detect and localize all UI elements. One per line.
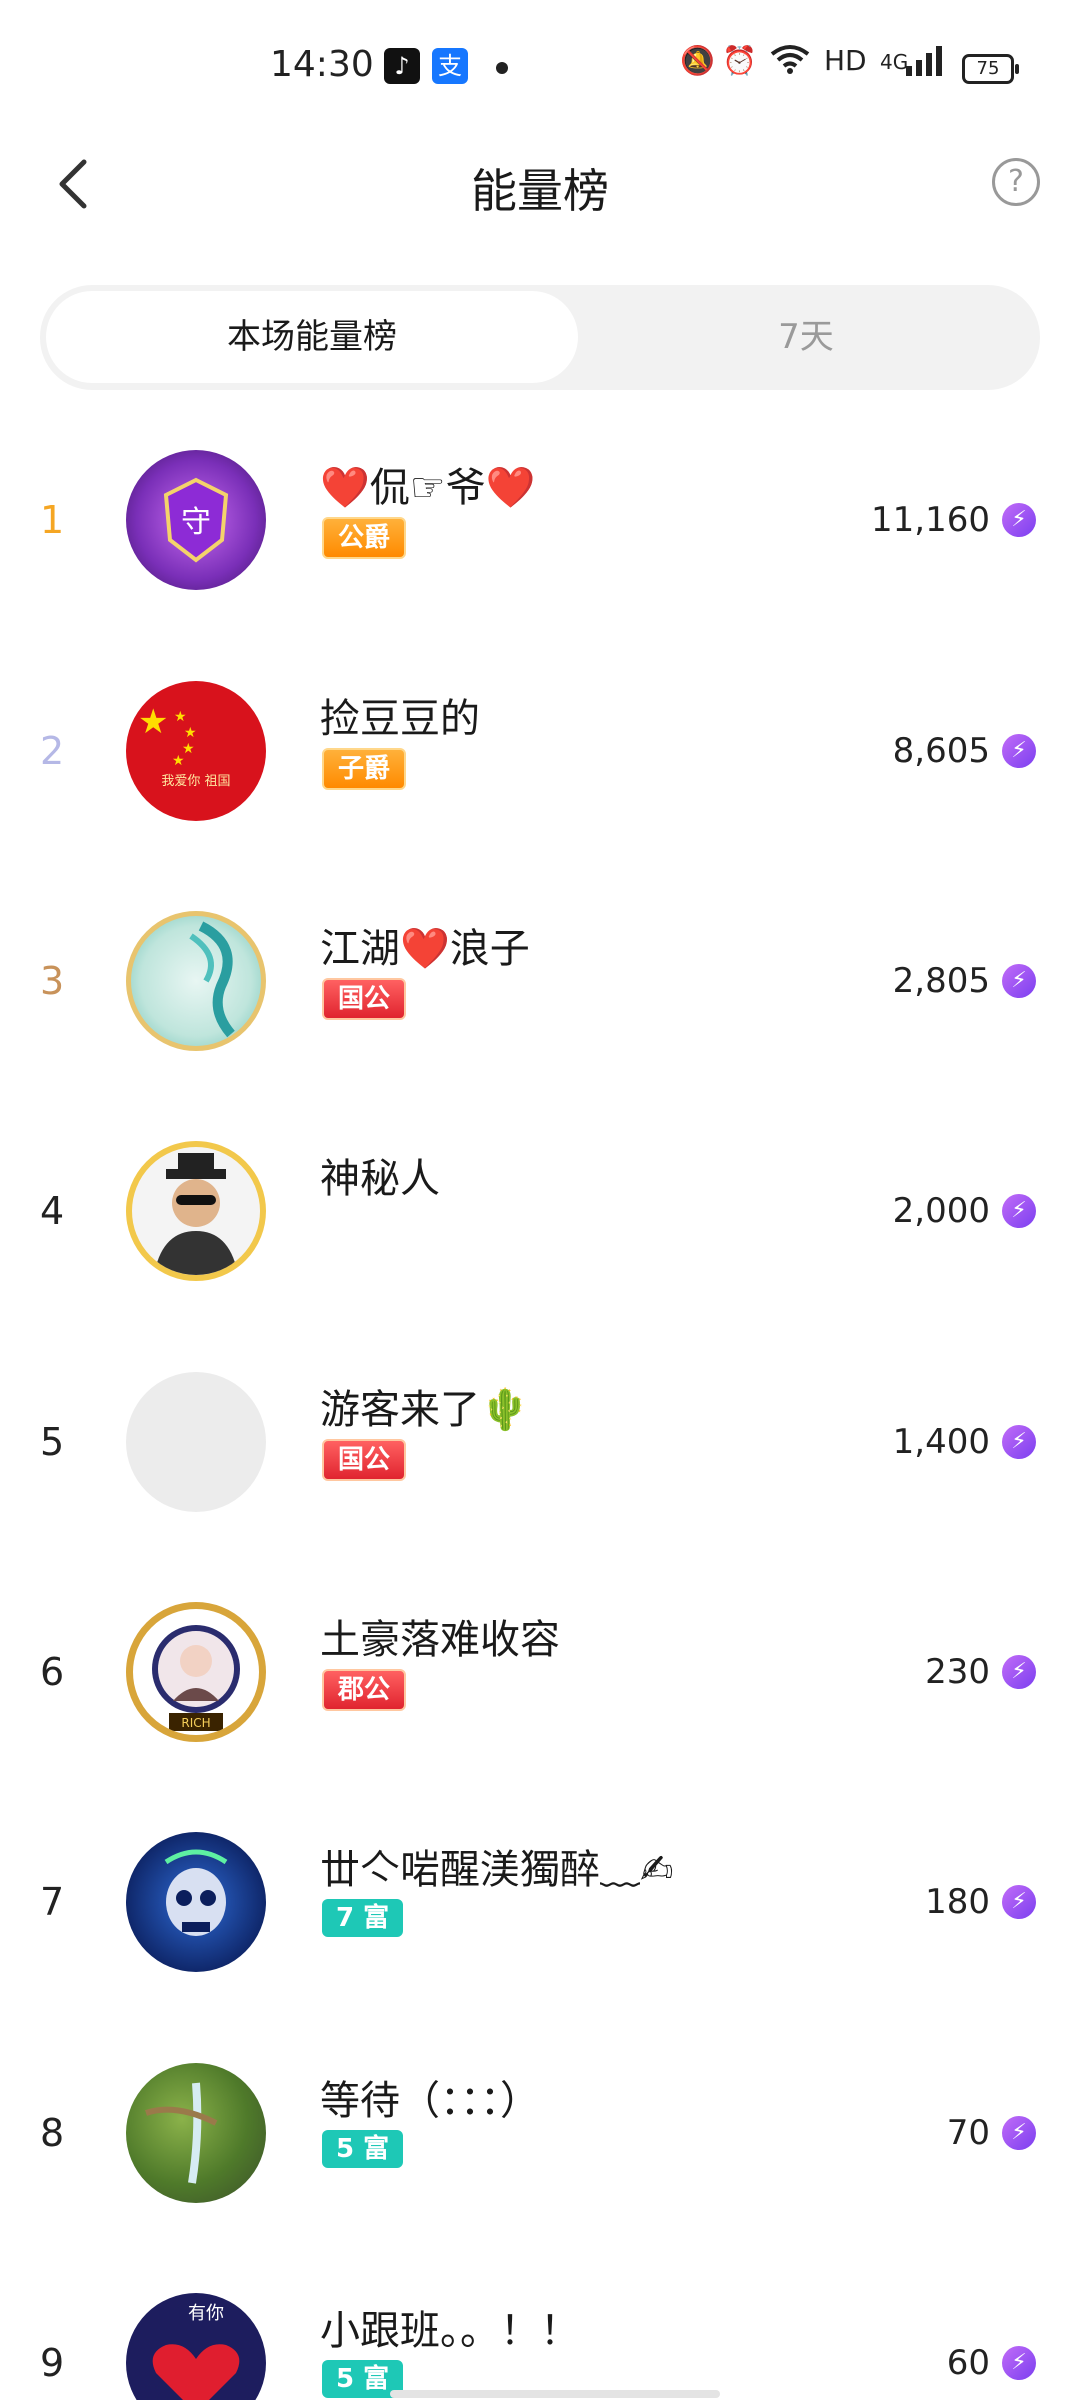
avatar[interactable] <box>126 2063 266 2203</box>
energy-score: 11,160 <box>871 500 990 540</box>
lightning-icon: ⚡ <box>1002 2346 1036 2380</box>
avatar[interactable]: 守 <box>126 450 266 590</box>
svg-text:RICH: RICH <box>181 1716 210 1730</box>
svg-text:★: ★ <box>138 702 168 742</box>
list-item[interactable]: 2 ★ ★ ★ ★ ★ 我爱你 祖国 捡豆豆的 子爵 8,605 ⚡ <box>0 636 1080 866</box>
energy-score: 180 <box>925 1882 990 1922</box>
network-type: HD <box>824 44 867 77</box>
rank-badge: 5 富 <box>322 2130 404 2168</box>
user-name: 土豪落难收容 <box>320 1617 560 1663</box>
scroll-indicator <box>390 2390 720 2398</box>
tab-current-session[interactable]: 本场能量榜 <box>46 291 578 383</box>
lightning-icon: ⚡ <box>1002 1425 1036 1459</box>
rank-number: 8 <box>40 2111 65 2155</box>
rank-number: 7 <box>40 1880 65 1924</box>
list-item[interactable]: 7 丗亽啱醒渼獨醉﹏✍ 7 富 180 ⚡ <box>0 1787 1080 2017</box>
list-item[interactable]: 3 江湖❤️浪子 国公 2,805 ⚡ <box>0 866 1080 1096</box>
battery-indicator: 75 <box>962 54 1019 84</box>
rank-badge: 国公 <box>322 978 407 1020</box>
energy-score: 2,805 <box>892 961 990 1001</box>
list-item[interactable]: 4 神秘人 2,000 ⚡ <box>0 1096 1080 1326</box>
list-item[interactable]: 6 RICH 土豪落难收容 郡公 230 ⚡ <box>0 1557 1080 1787</box>
rank-number: 5 <box>40 1420 65 1464</box>
notification-dot-icon <box>496 62 508 74</box>
user-name: 捡豆豆的 <box>320 696 480 742</box>
help-button[interactable]: ? <box>992 158 1040 206</box>
tab-7-days[interactable]: 7天 <box>578 291 1034 383</box>
avatar[interactable]: 有你 <box>126 2293 266 2400</box>
user-name: ❤️侃☞爷❤️ <box>320 465 536 511</box>
avatar[interactable]: RICH <box>126 1602 266 1742</box>
avatar[interactable] <box>126 1832 266 1972</box>
rank-badge: 子爵 <box>322 748 407 790</box>
lightning-icon: ⚡ <box>1002 734 1036 768</box>
svg-text:★: ★ <box>174 709 187 725</box>
user-name: 神秘人 <box>320 1156 440 1202</box>
energy-score: 2,000 <box>892 1191 990 1231</box>
list-item[interactable]: 9 有你 小跟班。。！！ 5 富 60 ⚡ <box>0 2248 1080 2400</box>
user-name: 游客来了🌵 <box>320 1387 530 1433</box>
energy-score: 8,605 <box>892 731 990 771</box>
energy-score: 1,400 <box>892 1422 990 1462</box>
list-item[interactable]: 8 等待（：：：） 5 富 70 ⚡ <box>0 2018 1080 2248</box>
energy-score: 230 <box>925 1652 990 1692</box>
question-circle-icon: ? <box>1008 164 1024 199</box>
energy-score: 70 <box>946 2113 990 2153</box>
lightning-icon: ⚡ <box>1002 1194 1036 1228</box>
svg-text:我爱你 祖国: 我爱你 祖国 <box>161 774 230 789</box>
lightning-icon: ⚡ <box>1002 1655 1036 1689</box>
rank-badge: 郡公 <box>322 1669 407 1711</box>
lightning-icon: ⚡ <box>1002 2116 1036 2150</box>
status-bar: 14:30 ♪ 支 🔕 ⏰ HD 4G 75 <box>0 0 1080 135</box>
avatar[interactable]: ★ ★ ★ ★ ★ 我爱你 祖国 <box>126 681 266 821</box>
user-name: 小跟班。。！！ <box>320 2308 580 2354</box>
rank-number: 2 <box>40 729 65 773</box>
rank-number: 6 <box>40 1650 65 1694</box>
avatar[interactable] <box>126 1372 266 1512</box>
lightning-icon: ⚡ <box>1002 964 1036 998</box>
rank-number: 3 <box>40 959 65 1003</box>
rank-number: 4 <box>40 1189 65 1233</box>
list-item[interactable]: 1 守 ❤️侃☞爷❤️ 公爵 11,160 ⚡ <box>0 405 1080 635</box>
energy-score: 60 <box>946 2343 990 2383</box>
signal-icon <box>904 44 944 83</box>
rank-number: 9 <box>40 2341 65 2385</box>
svg-text:★: ★ <box>172 753 185 769</box>
avatar[interactable] <box>126 1141 266 1281</box>
alarm-icon: ⏰ <box>722 44 757 77</box>
page-title: 能量榜 <box>471 164 609 218</box>
rank-badge: 国公 <box>322 1439 407 1481</box>
user-name: 江湖❤️浪子 <box>320 926 530 972</box>
tab-bar: 本场能量榜 7天 <box>40 285 1040 390</box>
list-item[interactable]: 5 游客来了🌵 国公 1,400 ⚡ <box>0 1327 1080 1557</box>
mute-icon: 🔕 <box>680 44 715 77</box>
svg-text:有你: 有你 <box>188 2303 224 2324</box>
rank-badge: 7 富 <box>322 1899 404 1937</box>
tiktok-icon: ♪ <box>384 48 420 84</box>
rank-number: 1 <box>40 498 65 542</box>
user-name: 丗亽啱醒渼獨醉﹏✍ <box>320 1847 674 1893</box>
lightning-icon: ⚡ <box>1002 1885 1036 1919</box>
svg-text:★: ★ <box>184 725 197 741</box>
wifi-icon <box>770 44 810 81</box>
status-time: 14:30 <box>270 44 374 85</box>
user-name: 等待（：：：） <box>320 2078 540 2124</box>
avatar[interactable] <box>126 911 266 1051</box>
lightning-icon: ⚡ <box>1002 503 1036 537</box>
svg-text:守: 守 <box>181 505 211 540</box>
rank-badge: 公爵 <box>322 517 407 559</box>
alipay-icon: 支 <box>432 48 468 84</box>
